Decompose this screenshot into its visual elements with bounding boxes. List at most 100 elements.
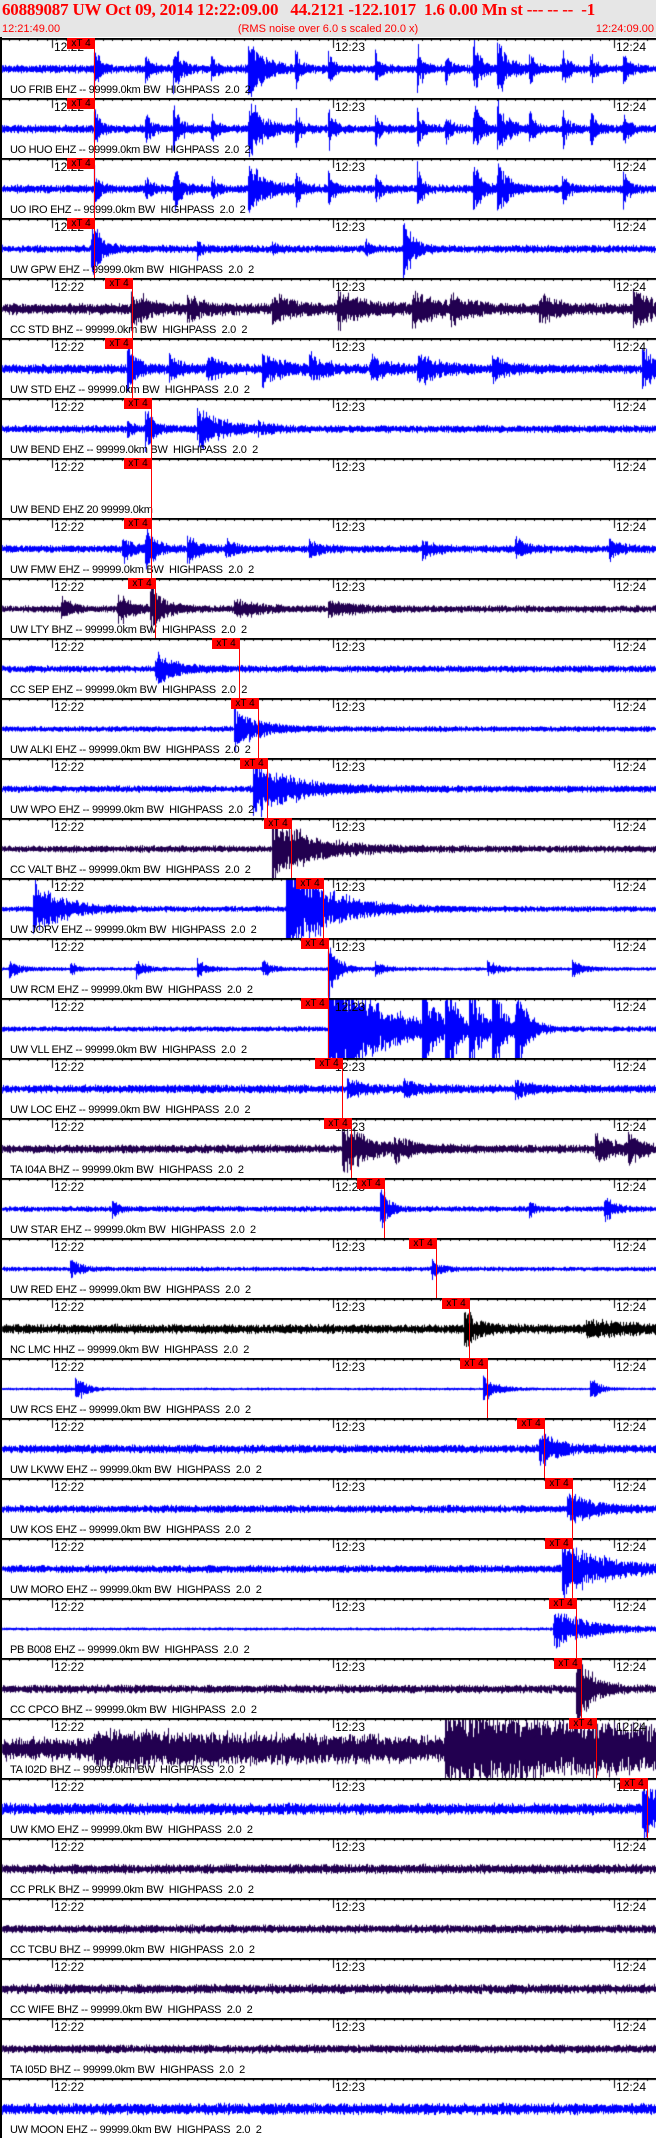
station-label: UW BEND EHZ -- 99999.0km BW HIGHPASS 2.0… — [10, 444, 258, 456]
time-tick-label: 12:24 — [616, 2080, 647, 2094]
time-tick-label: 12:24 — [616, 1600, 647, 1614]
time-tick-label: 12:24 — [616, 1420, 647, 1434]
pick-marker[interactable]: xT 4 — [620, 1778, 648, 1789]
time-tick-label: 12:23 — [335, 2020, 366, 2034]
time-tick-label: 12:22 — [54, 1000, 85, 1014]
pick-marker[interactable]: xT 4 — [264, 818, 292, 829]
station-label: UW LTY BHZ -- 99999.0km BW HIGHPASS 2.0 … — [10, 624, 247, 636]
trace-panel: 12:22 12:23 12:24 UW WPO EHZ -- 99999.0km B… — [0, 758, 656, 818]
pick-marker[interactable]: xT 4 — [549, 1598, 577, 1609]
time-tick-label: 12:23 — [335, 100, 366, 114]
pick-marker[interactable]: xT 4 — [212, 638, 240, 649]
pick-marker[interactable]: xT 4 — [315, 1058, 343, 1069]
station-label: CC CPCO BHZ -- 99999.0km BW HIGHPASS 2.0… — [10, 1704, 257, 1716]
time-tick-label: 12:22 — [54, 640, 85, 654]
station-label: UW RCM EHZ -- 99999.0km BW HIGHPASS 2.0 … — [10, 984, 253, 996]
time-tick-label: 12:23 — [335, 1960, 366, 1974]
time-tick-label: 12:24 — [616, 1900, 647, 1914]
time-tick-label: 12:22 — [54, 1780, 85, 1794]
pick-marker[interactable]: xT 4 — [124, 398, 152, 409]
time-tick-label: 12:24 — [616, 1120, 647, 1134]
time-tick-label: 12:23 — [335, 160, 366, 174]
time-tick-label: 12:22 — [54, 1240, 85, 1254]
station-label: UW LOC EHZ -- 99999.0km BW HIGHPASS 2.0 … — [10, 1104, 251, 1116]
time-tick-label: 12:22 — [54, 1840, 85, 1854]
time-tick-label: 12:23 — [335, 2080, 366, 2094]
pick-marker[interactable]: xT 4 — [124, 518, 152, 529]
station-label: CC SEP EHZ -- 99999.0km BW HIGHPASS 2.0 … — [10, 684, 248, 696]
time-tick-label: 12:22 — [54, 340, 85, 354]
time-tick-label: 12:23 — [335, 1780, 366, 1794]
station-label: UW STD EHZ -- 99999.0km BW HIGHPASS 2.0 … — [10, 384, 250, 396]
trace-panel: 12:22 12:23 12:24 CC CPCO BHZ -- 99999.0km … — [0, 1658, 656, 1718]
time-tick-label: 12:24 — [616, 1240, 647, 1254]
pick-marker[interactable]: xT 4 — [240, 758, 268, 769]
event-header: 60889087 UW Oct 09, 2014 12:22:09.00 44.… — [0, 0, 656, 37]
pick-marker[interactable]: xT 4 — [296, 878, 324, 889]
time-tick-label: 12:23 — [335, 1660, 366, 1674]
time-tick-label: 12:24 — [616, 1660, 647, 1674]
time-tick-label: 12:24 — [616, 220, 647, 234]
pick-marker[interactable]: xT 4 — [301, 938, 329, 949]
pick-marker[interactable]: xT 4 — [324, 1118, 352, 1129]
pick-marker[interactable]: xT 4 — [301, 998, 329, 1009]
pick-marker[interactable]: xT 4 — [128, 578, 156, 589]
pick-marker[interactable]: xT 4 — [67, 158, 95, 169]
station-label: UW MOON EHZ -- 99999.0km BW HIGHPASS 2.0… — [10, 2124, 262, 2136]
station-label: TA I04A BHZ -- 99999.0km BW HIGHPASS 2.0… — [10, 1164, 244, 1176]
pick-marker[interactable]: xT 4 — [67, 98, 95, 109]
station-label: UO FRIB EHZ -- 99999.0km BW HIGHPASS 2.0… — [10, 84, 251, 96]
trace-panel: 12:22 12:23 12:24 UW LOC EHZ -- 99999.0km B… — [0, 1058, 656, 1118]
pick-marker[interactable]: xT 4 — [554, 1658, 582, 1669]
time-tick-label: 12:22 — [54, 1900, 85, 1914]
time-tick-label: 12:24 — [616, 280, 647, 294]
pick-marker[interactable]: xT 4 — [67, 38, 95, 49]
time-tick-label: 12:22 — [54, 1360, 85, 1374]
station-label: UW RED EHZ -- 99999.0km BW HIGHPASS 2.0 … — [10, 1284, 251, 1296]
pick-marker[interactable]: xT 4 — [545, 1478, 573, 1489]
station-label: UW GPW EHZ -- 99999.0km BW HIGHPASS 2.0 … — [10, 264, 254, 276]
station-label: CC WIFE BHZ -- 99999.0km BW HIGHPASS 2.0… — [10, 2004, 253, 2016]
station-label: UW RCS EHZ -- 99999.0km BW HIGHPASS 2.0 … — [10, 1404, 251, 1416]
pick-marker[interactable]: xT 4 — [105, 338, 133, 349]
pick-marker[interactable]: xT 4 — [569, 1718, 597, 1729]
station-label: UW BEND EHZ 20 99999.0km — [10, 504, 153, 516]
station-label: UW ALKI EHZ -- 99999.0km BW HIGHPASS 2.0… — [10, 744, 251, 756]
pick-marker[interactable]: xT 4 — [67, 218, 95, 229]
pick-marker[interactable]: xT 4 — [357, 1178, 385, 1189]
trace-panel: 12:22 12:23 12:24 UW MOON EHZ -- 99999.0km … — [0, 2078, 656, 2138]
trace-panel: 12:2212:2312:24UW GPW EHZ -- 99999.0km B… — [0, 218, 656, 278]
time-tick-label: 12:24 — [616, 640, 647, 654]
time-tick-label: 12:22 — [54, 460, 85, 474]
time-tick-label: 12:23 — [335, 1900, 366, 1914]
pick-marker[interactable]: xT 4 — [545, 1538, 573, 1549]
trace-panel: 12:22 12:23 12:24 PB B008 EHZ -- 99999.0km … — [0, 1598, 656, 1658]
time-tick-label: 12:24 — [616, 580, 647, 594]
pick-marker[interactable]: xT 4 — [460, 1358, 488, 1369]
pick-marker[interactable]: xT 4 — [409, 1238, 437, 1249]
trace-panel: 12:22 12:23 12:24 UW FMW EHZ -- 99999.0km B… — [0, 518, 656, 578]
trace-panel: 12:2212:2312:24UO FRIB EHZ -- 99999.0km … — [0, 38, 656, 98]
pick-marker[interactable]: xT 4 — [124, 458, 152, 469]
time-tick-label: 12:24 — [616, 880, 647, 894]
time-tick-label: 12:23 — [335, 340, 366, 354]
trace-panel: 12:22 12:23 12:24 UW VLL EHZ -- 99999.0km B… — [0, 998, 656, 1058]
time-tick-label: 12:24 — [616, 160, 647, 174]
station-label: UW KOS EHZ -- 99999.0km BW HIGHPASS 2.0 … — [10, 1524, 251, 1536]
time-tick-label: 12:23 — [335, 460, 366, 474]
trace-panel: 12:22 12:23 12:24 TA I05D BHZ -- 99999.0km … — [0, 2018, 656, 2078]
time-tick-label: 12:23 — [335, 580, 366, 594]
time-tick-label: 12:23 — [335, 520, 366, 534]
time-tick-label: 12:22 — [54, 1720, 85, 1734]
pick-marker[interactable]: xT 4 — [442, 1298, 470, 1309]
pick-marker[interactable]: xT 4 — [105, 278, 133, 289]
time-tick-label: 12:22 — [54, 820, 85, 834]
time-tick-label: 12:22 — [54, 1960, 85, 1974]
station-label: UW WPO EHZ -- 99999.0km BW HIGHPASS 2.0 … — [10, 804, 254, 816]
time-tick-label: 12:24 — [616, 1300, 647, 1314]
time-tick-label: 12:23 — [335, 1540, 366, 1554]
trace-panel: 12:22 12:23 12:24 UW ALKI EHZ -- 99999.0km … — [0, 698, 656, 758]
pick-marker[interactable]: xT 4 — [231, 698, 259, 709]
time-tick-label: 12:24 — [616, 1840, 647, 1854]
pick-marker[interactable]: xT 4 — [517, 1418, 545, 1429]
